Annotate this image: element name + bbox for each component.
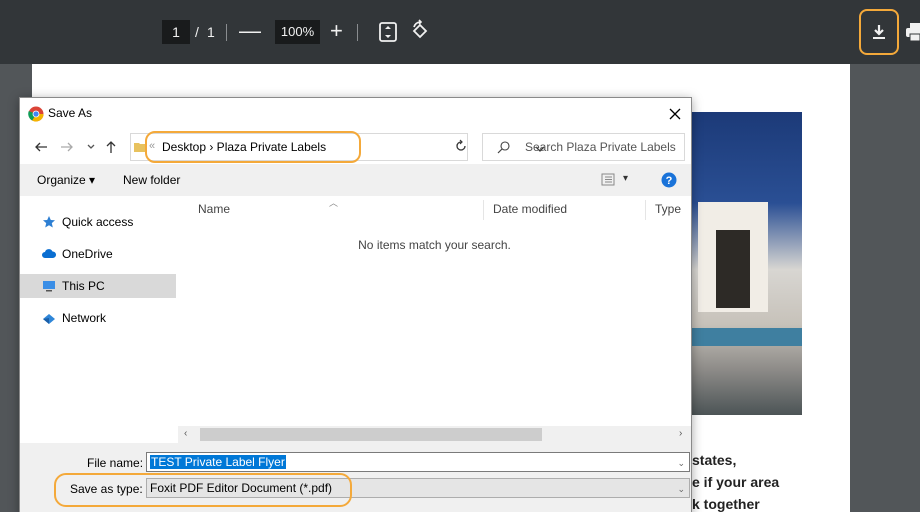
print-icon[interactable] xyxy=(905,22,920,42)
computer-icon xyxy=(43,281,55,292)
house-photo xyxy=(688,112,802,415)
column-header-name[interactable]: Name xyxy=(198,202,230,216)
pdf-text-line: e if your area xyxy=(692,474,780,490)
file-name-value: TEST Private Label Flyer xyxy=(150,455,286,469)
page-separator: / xyxy=(195,24,199,40)
new-folder-button[interactable]: New folder xyxy=(123,173,180,187)
address-row: « Desktop › Plaza Private Labels Search … xyxy=(20,130,691,164)
download-button[interactable] xyxy=(859,9,899,55)
horizontal-scrollbar[interactable]: ‹ › xyxy=(178,426,691,443)
cloud-icon xyxy=(42,249,56,258)
dialog-titlebar[interactable]: Save As xyxy=(20,98,691,130)
refresh-icon[interactable] xyxy=(454,139,468,153)
scroll-left-icon[interactable]: ‹ xyxy=(184,428,187,439)
column-header-type[interactable]: Type xyxy=(655,202,681,216)
page-number-input[interactable]: 1 xyxy=(162,20,190,44)
forward-arrow-icon[interactable] xyxy=(60,140,74,154)
navigation-pane: Quick access OneDrive This PC Network xyxy=(20,196,176,416)
back-arrow-icon[interactable] xyxy=(34,140,48,154)
column-divider[interactable] xyxy=(483,200,484,220)
column-divider[interactable] xyxy=(645,200,646,220)
view-dropdown[interactable]: ▾ xyxy=(623,173,628,184)
empty-message: No items match your search. xyxy=(358,238,511,252)
star-icon xyxy=(43,216,55,228)
pdf-text-line: states, xyxy=(692,452,737,468)
nav-item-onedrive[interactable]: OneDrive xyxy=(20,242,176,266)
annotation-highlight xyxy=(54,473,352,507)
download-icon xyxy=(873,25,885,39)
nav-item-network[interactable]: Network xyxy=(20,306,176,330)
nav-item-this-pc[interactable]: This PC xyxy=(20,274,176,298)
dialog-title: Save As xyxy=(48,106,93,120)
column-header-date[interactable]: Date modified xyxy=(493,202,567,216)
network-icon xyxy=(43,314,55,324)
view-options-icon[interactable] xyxy=(601,173,615,186)
scrollbar-thumb[interactable] xyxy=(200,428,542,441)
save-options-panel: File name: TEST Private Label Flyer ⌄ Sa… xyxy=(20,443,691,512)
file-name-label: File name: xyxy=(87,456,144,470)
zoom-in-button[interactable]: + xyxy=(330,19,343,43)
pdf-text-line: k together xyxy=(692,496,760,512)
file-list-pane: ︿ Name Date modified Type No items match… xyxy=(178,196,691,428)
search-input[interactable]: Search Plaza Private Labels xyxy=(482,133,685,161)
pdf-toolbar: 1 / 1 — 100% + xyxy=(0,0,920,64)
recent-dropdown-icon[interactable] xyxy=(84,140,98,154)
scroll-right-icon[interactable]: › xyxy=(679,428,682,439)
file-name-field[interactable]: TEST Private Label Flyer ⌄ xyxy=(146,452,690,472)
nav-item-quick-access[interactable]: Quick access xyxy=(20,210,176,234)
chevron-down-icon[interactable]: ⌄ xyxy=(677,458,685,469)
zoom-out-button[interactable]: — xyxy=(239,19,261,43)
annotation-highlight xyxy=(145,131,361,163)
toolbar-divider xyxy=(357,24,358,41)
chrome-icon xyxy=(28,106,44,122)
rotate-icon[interactable] xyxy=(408,19,432,43)
zoom-level-input[interactable]: 100% xyxy=(275,20,320,44)
chevron-down-icon[interactable]: ⌄ xyxy=(677,484,685,495)
page-total: 1 xyxy=(207,24,215,40)
close-icon[interactable] xyxy=(665,104,685,124)
organize-button[interactable]: Organize ▾ xyxy=(37,173,95,187)
search-placeholder: Search Plaza Private Labels xyxy=(525,140,676,154)
save-as-dialog: Save As « Desktop › Plaza Private Labels xyxy=(19,97,692,512)
search-icon xyxy=(497,141,510,154)
sort-indicator-icon: ︿ xyxy=(329,198,339,208)
svg-text:?: ? xyxy=(666,175,673,187)
fit-page-icon[interactable] xyxy=(378,21,398,43)
toolbar-divider xyxy=(226,24,227,41)
up-arrow-icon[interactable] xyxy=(104,140,118,154)
command-bar: Organize ▾ New folder ▾ ? xyxy=(20,164,691,196)
help-icon[interactable]: ? xyxy=(661,172,677,188)
